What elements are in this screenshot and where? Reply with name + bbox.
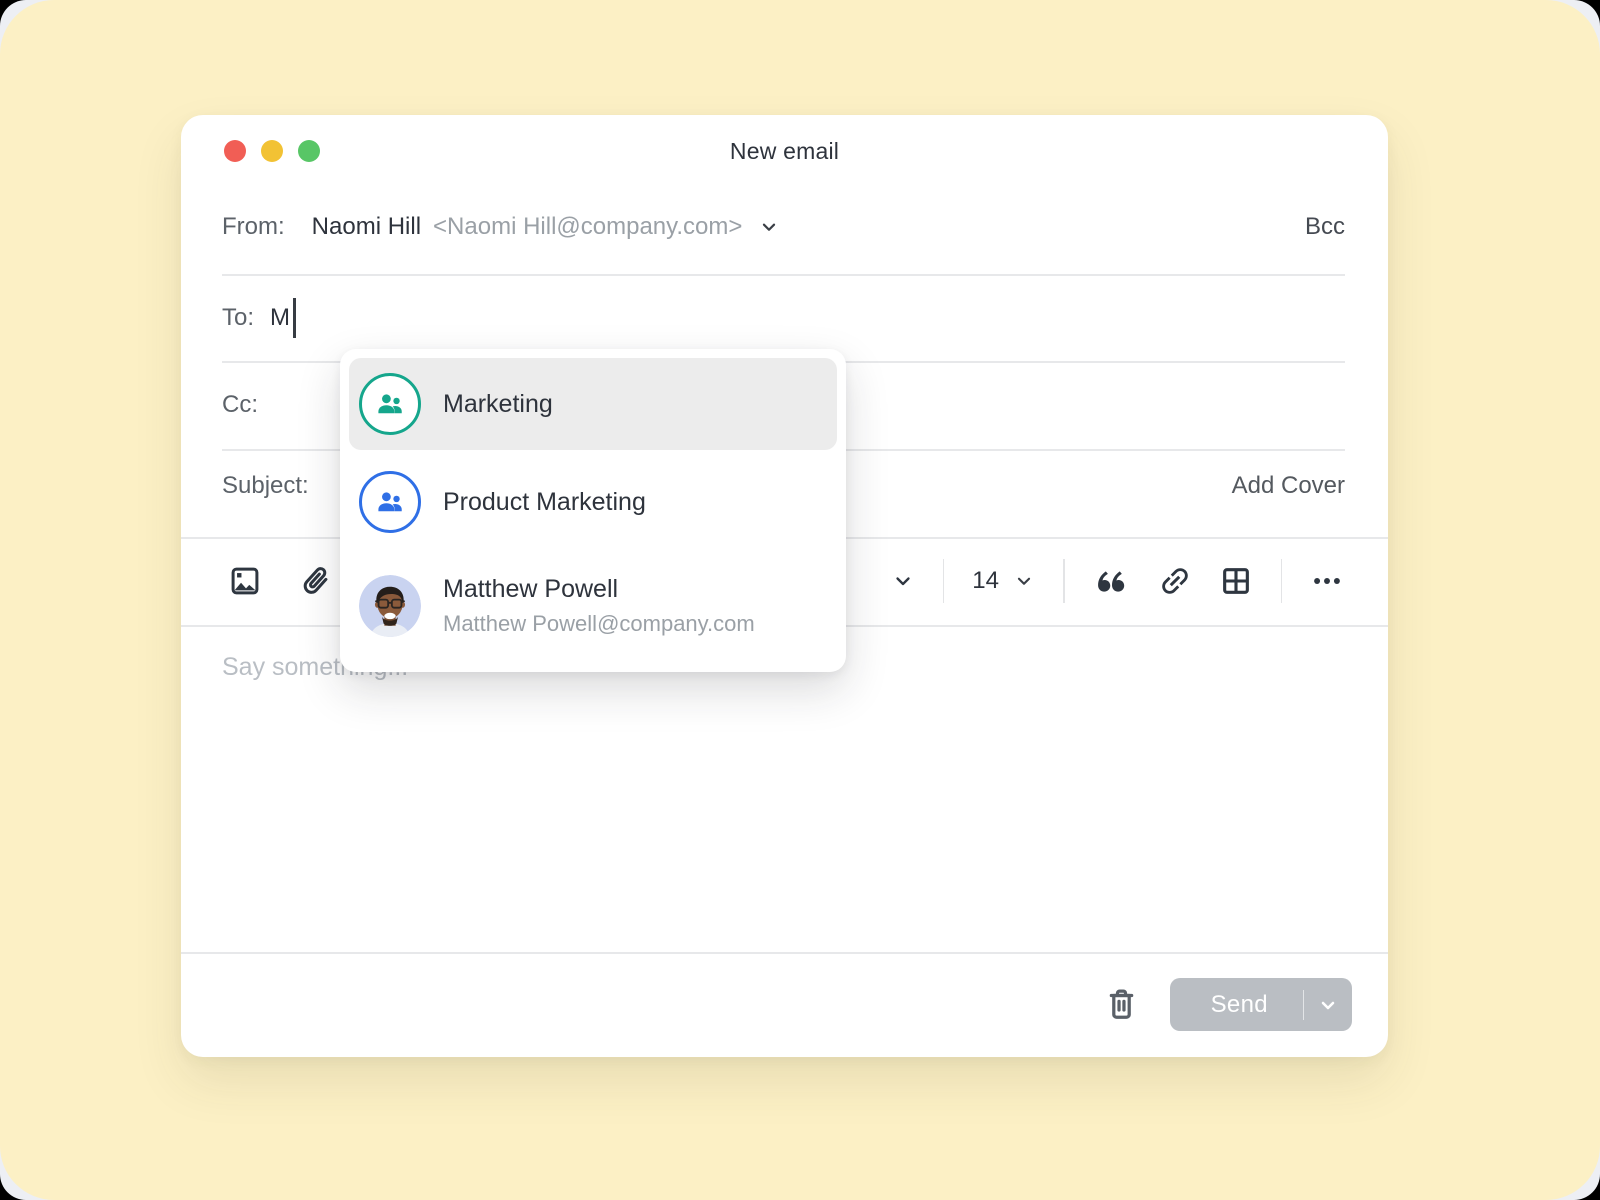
toolbar-separator xyxy=(943,559,945,603)
suggestion-label: Marketing xyxy=(443,390,553,419)
toolbar-separator xyxy=(1063,559,1065,603)
toolbar-right-group: 14 xyxy=(891,559,1344,603)
toolbar-left-group xyxy=(228,563,334,599)
footer: Send xyxy=(181,952,1388,1057)
text-cursor xyxy=(293,298,296,338)
suggestion-label: Matthew Powell xyxy=(443,575,755,604)
more-options-icon[interactable] xyxy=(1310,564,1344,598)
suggestion-label: Product Marketing xyxy=(443,488,646,517)
recipient-suggestions-dropdown: Marketing Product Marketing xyxy=(340,349,846,672)
group-icon xyxy=(359,373,421,435)
toolbar-separator xyxy=(1281,559,1283,603)
font-size-chevron-down-icon xyxy=(1013,570,1035,592)
sender-email: <Naomi Hill@company.com> xyxy=(433,213,742,241)
group-icon xyxy=(359,471,421,533)
suggestion-email: Matthew Powell@company.com xyxy=(443,611,755,637)
blockquote-icon[interactable] xyxy=(1093,562,1131,600)
link-icon[interactable] xyxy=(1157,563,1193,599)
add-cover-button[interactable]: Add Cover xyxy=(1232,472,1345,500)
from-row: From: Naomi Hill <Naomi Hill@company.com… xyxy=(181,190,1388,270)
subject-label: Subject: xyxy=(222,472,309,500)
to-row[interactable]: To: M xyxy=(181,274,1388,361)
suggestion-person: Matthew Powell Matthew Powell@company.co… xyxy=(443,575,755,637)
suggestion-item-product-marketing[interactable]: Product Marketing xyxy=(349,450,837,554)
bcc-button[interactable]: Bcc xyxy=(1305,213,1345,241)
image-icon[interactable] xyxy=(228,564,262,598)
send-options-chevron-down-icon[interactable] xyxy=(1304,993,1352,1017)
to-input-value: M xyxy=(270,304,290,332)
suggestion-item-matthew-powell[interactable]: Matthew Powell Matthew Powell@company.co… xyxy=(349,554,837,658)
font-size-value: 14 xyxy=(972,567,999,595)
trash-icon[interactable] xyxy=(1103,985,1140,1025)
table-icon[interactable] xyxy=(1219,564,1253,598)
attachment-icon[interactable] xyxy=(298,563,334,599)
from-chevron-down-icon[interactable] xyxy=(758,216,780,238)
send-split-button: Send xyxy=(1170,978,1352,1031)
sender-name: Naomi Hill xyxy=(312,213,421,241)
suggestion-item-marketing[interactable]: Marketing xyxy=(349,358,837,450)
avatar xyxy=(359,575,421,637)
font-family-chevron-down-icon[interactable] xyxy=(891,569,915,593)
font-size-select[interactable]: 14 xyxy=(972,567,1035,595)
window-title: New email xyxy=(181,138,1388,165)
to-label: To: xyxy=(222,304,254,332)
titlebar: New email xyxy=(181,115,1388,190)
send-button[interactable]: Send xyxy=(1170,991,1303,1019)
cc-label: Cc: xyxy=(222,391,258,419)
from-label: From: xyxy=(222,213,285,241)
